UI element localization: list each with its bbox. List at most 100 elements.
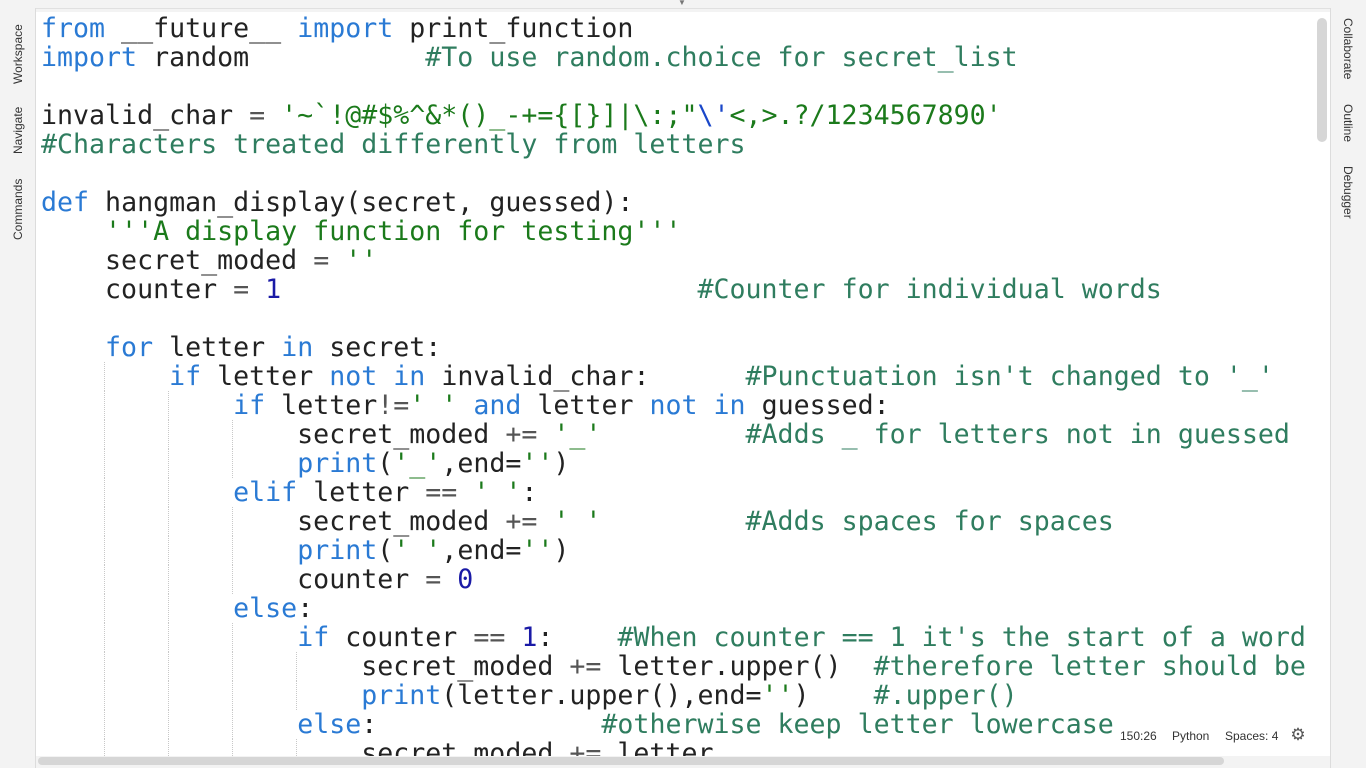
code-token: ' '	[393, 535, 442, 566]
code-line[interactable]: secret_moded += letter.upper() #therefor…	[41, 652, 1306, 681]
code-token: '_'	[553, 419, 602, 450]
gear-icon[interactable]: ⚙	[1289, 726, 1307, 744]
code-content[interactable]: from __future__ import print_function imp…	[41, 14, 1306, 756]
code-line[interactable]: from __future__ import print_function	[41, 14, 1306, 43]
indent-guide	[296, 739, 297, 756]
code-token: elif	[233, 477, 298, 508]
indent-guide	[168, 478, 169, 507]
code-token: 0	[457, 564, 474, 595]
code-line[interactable]: counter = 1 #Counter for individual word…	[41, 275, 1306, 304]
indent-guide	[168, 420, 169, 449]
code-token: ''	[345, 245, 378, 276]
code-line[interactable]: if letter!=' ' and letter not in guessed…	[41, 391, 1306, 420]
indent-guide	[232, 681, 233, 710]
code-token: letter	[201, 361, 330, 392]
indent-guide	[296, 681, 297, 710]
code-line[interactable]: else: #otherwise keep letter lowercase	[41, 710, 1306, 739]
code-token: print_function	[393, 13, 634, 44]
code-token: =	[249, 100, 266, 131]
code-token: +=	[569, 651, 602, 682]
code-token: ' '	[473, 477, 522, 508]
code-line[interactable]: elif letter == ' ':	[41, 478, 1306, 507]
code-token: ,end=	[441, 535, 522, 566]
code-line[interactable]: '''A display function for testing'''	[41, 217, 1306, 246]
code-token: )	[553, 448, 570, 479]
code-token: print	[297, 448, 378, 479]
tab-commands[interactable]: Commands	[11, 179, 25, 240]
chevron-down-icon[interactable]: ▼	[677, 0, 687, 7]
indent-guide	[104, 623, 105, 652]
code-token: #otherwise keep letter lowercase	[601, 709, 1114, 740]
code-token: +=	[569, 738, 602, 756]
vertical-scrollbar[interactable]	[1317, 18, 1327, 142]
code-line[interactable]	[41, 72, 1306, 101]
code-token: secret_moded	[41, 506, 506, 537]
code-line[interactable]: if counter == 1: #When counter == 1 it's…	[41, 623, 1306, 652]
indent-guide	[296, 652, 297, 681]
code-line[interactable]: secret_moded += letter	[41, 739, 1306, 756]
indent-guide	[168, 565, 169, 594]
code-line[interactable]: secret_moded = ''	[41, 246, 1306, 275]
code-token: counter	[329, 622, 474, 653]
code-line[interactable]	[41, 304, 1306, 333]
code-token: __future__	[105, 13, 298, 44]
code-token: 1	[265, 274, 282, 305]
code-token: in	[393, 361, 426, 392]
left-sidebar: Workspace Navigate Commands	[0, 8, 36, 768]
tab-navigate[interactable]: Navigate	[11, 107, 25, 154]
code-line[interactable]: invalid_char = '~`!@#$%^&*()_-+={[}]|\:;…	[41, 101, 1306, 130]
code-line[interactable]: if letter not in invalid_char: #Punctuat…	[41, 362, 1306, 391]
indent-guide	[104, 478, 105, 507]
right-sidebar: Collaborate Outline Debugger	[1330, 8, 1366, 768]
code-editor[interactable]: from __future__ import print_function imp…	[36, 12, 1330, 756]
code-line[interactable]: for letter in secret:	[41, 333, 1306, 362]
horizontal-scrollbar[interactable]	[38, 757, 1224, 765]
indent-guide	[168, 391, 169, 420]
code-token: =	[425, 564, 442, 595]
indent-guide	[232, 420, 233, 449]
code-line[interactable]: else:	[41, 594, 1306, 623]
indent-guide	[168, 449, 169, 478]
code-token: secret_moded	[41, 738, 570, 756]
code-line[interactable]: secret_moded += '_' #Adds _ for letters …	[41, 420, 1306, 449]
indent-setting[interactable]: Spaces: 4	[1225, 729, 1279, 743]
code-token: =	[233, 274, 250, 305]
code-token: =	[313, 245, 330, 276]
indent-guide	[104, 362, 105, 391]
cursor-position[interactable]: 150:26	[1120, 729, 1157, 743]
tab-workspace[interactable]: Workspace	[11, 24, 25, 84]
code-token: random	[137, 42, 426, 73]
tab-debugger[interactable]: Debugger	[1341, 166, 1355, 219]
code-token: in	[713, 390, 746, 421]
tab-collaborate[interactable]: Collaborate	[1341, 18, 1355, 79]
code-line[interactable]: secret_moded += ' ' #Adds spaces for spa…	[41, 507, 1306, 536]
code-line[interactable]: print('_',end='')	[41, 449, 1306, 478]
code-line[interactable]: counter = 0	[41, 565, 1306, 594]
code-line[interactable]: #Characters treated differently from let…	[41, 130, 1306, 159]
code-token: secret_moded	[41, 419, 506, 450]
code-line[interactable]: print(letter.upper(),end='') #.upper()	[41, 681, 1306, 710]
code-token: :	[297, 593, 314, 624]
indent-guide	[168, 681, 169, 710]
code-token: :	[521, 477, 538, 508]
code-token: if	[169, 361, 202, 392]
language-mode[interactable]: Python	[1172, 729, 1210, 743]
code-line[interactable]: import random #To use random.choice for …	[41, 43, 1306, 72]
tab-outline[interactable]: Outline	[1341, 104, 1355, 142]
code-token: def	[41, 187, 90, 218]
code-line[interactable]: print(' ',end='')	[41, 536, 1306, 565]
code-line[interactable]	[41, 159, 1306, 188]
code-line[interactable]: def hangman_display(secret, guessed):	[41, 188, 1306, 217]
